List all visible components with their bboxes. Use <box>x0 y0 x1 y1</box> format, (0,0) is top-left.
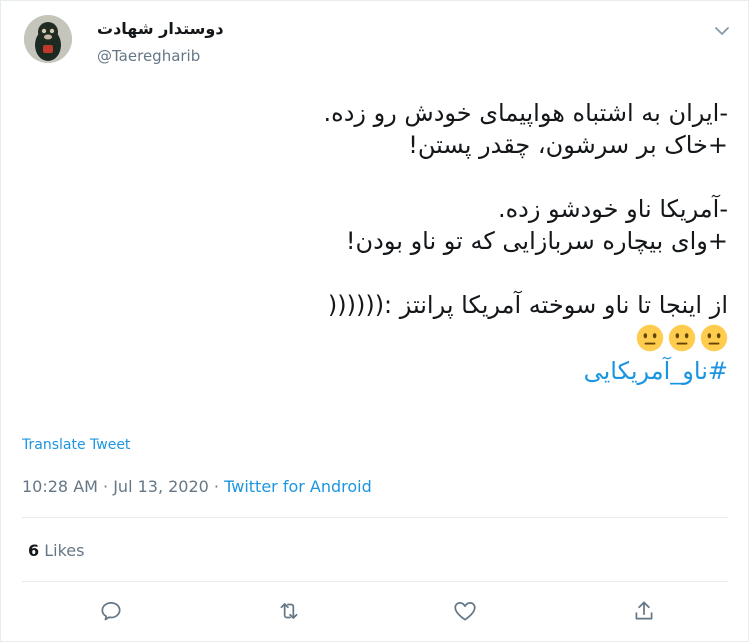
translate-tweet-link[interactable]: Translate Tweet <box>22 437 130 453</box>
hashtag-link[interactable]: #ناو_آمریکایی <box>28 355 728 387</box>
tweet-timestamp[interactable]: 10:28 AM · Jul 13, 2020 <box>22 477 209 496</box>
tweet-line: +وای بیچاره سربازایی که تو ناو بودن! <box>345 227 728 255</box>
retweet-icon[interactable] <box>276 598 302 624</box>
emoji-row <box>28 321 728 355</box>
like-icon[interactable] <box>452 598 478 624</box>
likes-number: 6 <box>28 541 40 560</box>
user-handle[interactable]: @Taereghari​b <box>97 47 200 65</box>
tweet-meta: 10:28 AM · Jul 13, 2020 · Twitter for An… <box>22 477 372 496</box>
tweet-source-link[interactable]: Twitter for Android <box>224 477 372 496</box>
chevron-down-icon[interactable] <box>712 21 732 41</box>
likes-count[interactable]: 6 Likes <box>28 541 84 560</box>
tweet-line: +خاک بر سرشون، چقدر پستن! <box>408 131 728 159</box>
tweet-line: از اینجا تا ناو سوخته آمریکا پرانتز :(((… <box>327 291 728 319</box>
tweet-line: -ایران به اشتباه هواپیمای خودش رو زده. <box>323 99 728 127</box>
reply-icon[interactable] <box>98 598 124 624</box>
share-icon[interactable] <box>631 598 657 624</box>
display-name[interactable]: دوستدار شهادت <box>97 19 224 38</box>
divider <box>22 581 728 582</box>
tweet-card: دوستدار شهادت @Taereghari​b -ایران به اش… <box>0 0 749 642</box>
avatar-image <box>24 15 72 63</box>
tweet-text: -ایران به اشتباه هواپیمای خودش رو زده. +… <box>28 97 728 387</box>
tweet-line: -آمریکا ناو خودشو زده. <box>497 195 728 223</box>
likes-label: Likes <box>44 541 85 560</box>
divider <box>22 517 728 518</box>
meta-separator: · <box>208 477 225 496</box>
neutral-face-icon <box>668 324 696 352</box>
neutral-face-icon <box>700 324 728 352</box>
neutral-face-icon <box>636 324 664 352</box>
avatar[interactable] <box>24 15 72 63</box>
